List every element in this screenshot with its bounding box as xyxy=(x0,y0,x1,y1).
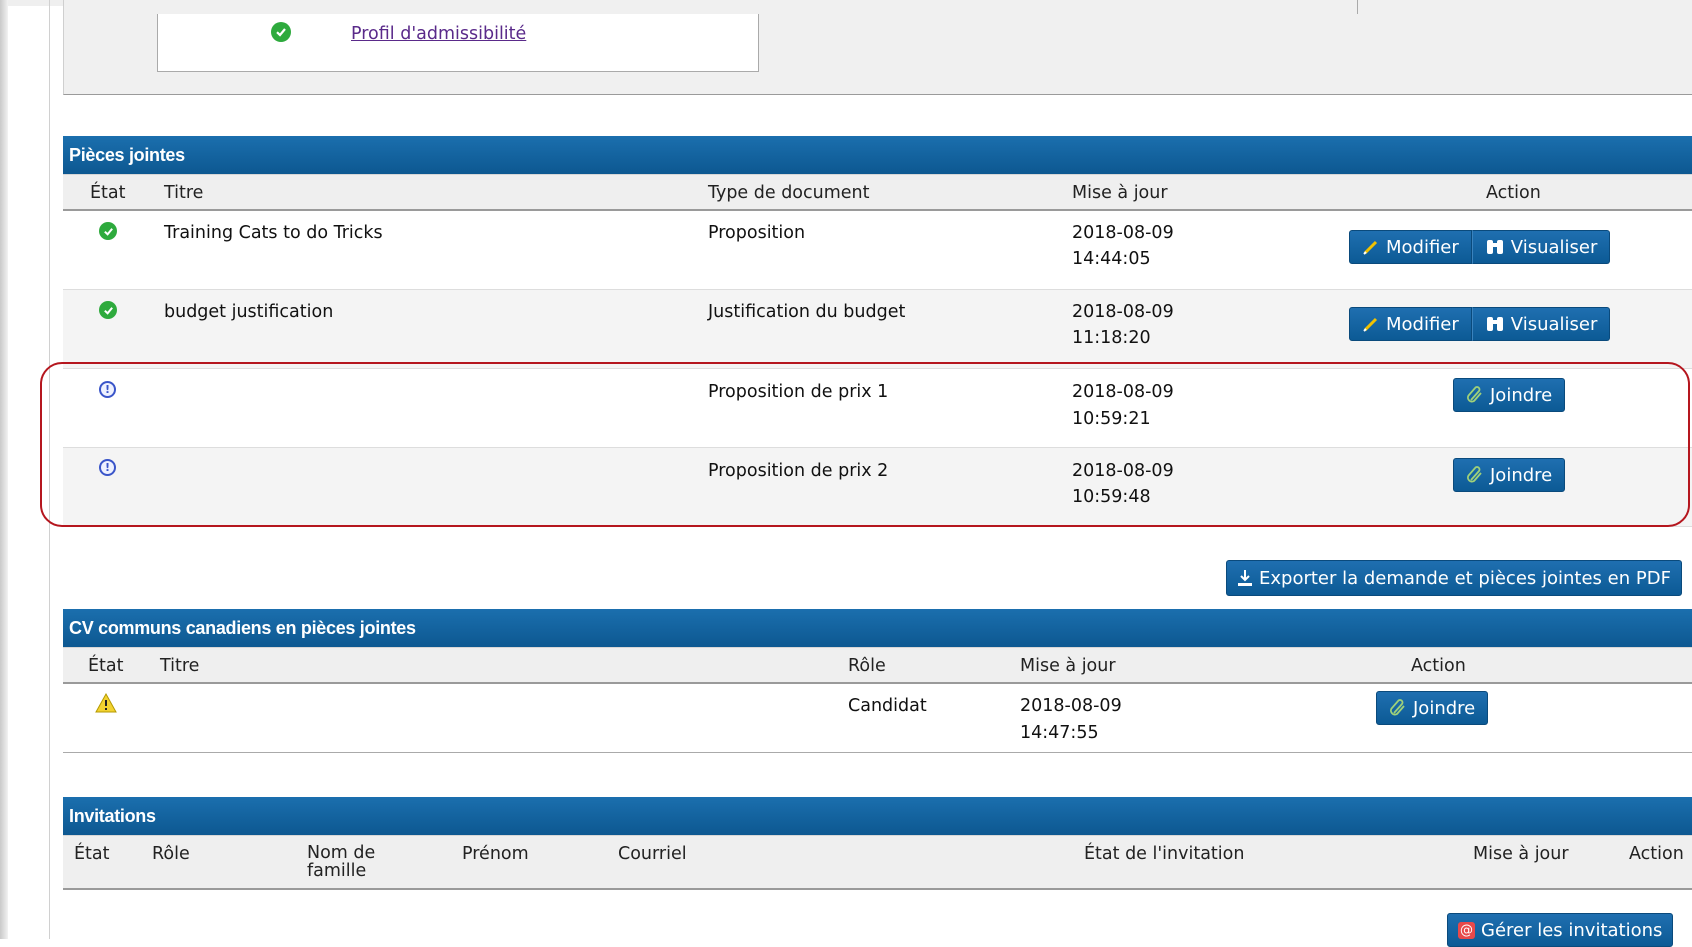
attachment-date: 2018-08-09 xyxy=(1072,461,1174,481)
attachment-date: 2018-08-09 xyxy=(1072,382,1174,402)
attachment-type: Justification du budget xyxy=(708,302,906,322)
window-edge xyxy=(0,0,8,939)
eligibility-profile-link[interactable]: Profil d'admissibilité xyxy=(351,24,526,44)
exclamation-circle-icon: ! xyxy=(99,381,116,398)
attachment-time: 11:18:20 xyxy=(1072,328,1151,348)
attachments-header: Pièces jointes xyxy=(63,136,1692,174)
cv-header: CV communs canadiens en pièces jointes xyxy=(63,609,1692,647)
attach-cv-button[interactable]: Joindre xyxy=(1376,691,1489,725)
view-button[interactable]: Visualiser xyxy=(1471,307,1611,341)
attachment-title: Training Cats to do Tricks xyxy=(164,223,383,243)
manage-invitations-label: Gérer les invitations xyxy=(1481,919,1663,941)
col-title: Titre xyxy=(160,656,200,676)
paperclip-icon xyxy=(1466,466,1484,484)
export-pdf-label: Exporter la demande et pièces jointes en… xyxy=(1259,567,1671,589)
table-row: ! Proposition de prix 2 2018-08-09 10:59… xyxy=(63,448,1692,527)
edit-button[interactable]: Modifier xyxy=(1349,307,1472,341)
view-button-label: Visualiser xyxy=(1510,236,1598,258)
attachment-type: Proposition de prix 1 xyxy=(708,382,889,402)
cv-role: Candidat xyxy=(848,696,927,716)
col-action: Action xyxy=(1411,656,1466,676)
col-updated: Mise à jour xyxy=(1020,656,1116,676)
edit-button-label: Modifier xyxy=(1386,236,1459,258)
paperclip-icon xyxy=(1389,699,1407,717)
col-status: État xyxy=(74,844,110,864)
pencil-icon xyxy=(1362,315,1380,333)
attachment-date: 2018-08-09 xyxy=(1072,223,1174,243)
col-first-name: Prénom xyxy=(462,844,529,864)
warning-icon xyxy=(95,692,117,717)
attachments-table-header: État Titre Type de document Mise à jour … xyxy=(63,174,1692,211)
check-circle-icon xyxy=(99,222,117,240)
binoculars-icon xyxy=(1485,238,1505,256)
profile-box: Profil d'admissibilité xyxy=(157,14,759,72)
binoculars-icon xyxy=(1485,315,1505,333)
col-role: Rôle xyxy=(152,844,190,864)
attachment-time: 14:44:05 xyxy=(1072,249,1151,269)
at-sign-icon: @ xyxy=(1458,921,1475,939)
col-invitation-status: État de l'invitation xyxy=(1084,844,1245,864)
manage-invitations-button[interactable]: @ Gérer les invitations xyxy=(1447,913,1674,947)
export-pdf-button[interactable]: Exporter la demande et pièces jointes en… xyxy=(1226,560,1682,596)
edit-button-label: Modifier xyxy=(1386,313,1459,335)
col-email: Courriel xyxy=(618,844,687,864)
col-updated: Mise à jour xyxy=(1072,183,1168,203)
exclamation-circle-icon: ! xyxy=(99,459,116,476)
download-icon xyxy=(1237,569,1253,587)
attachment-actions: Modifier Visualiser xyxy=(1349,230,1611,264)
profile-panel-divider xyxy=(1357,0,1358,14)
profile-panel: Profil d'admissibilité xyxy=(63,0,1692,95)
col-title: Titre xyxy=(164,183,204,203)
col-role: Rôle xyxy=(848,656,886,676)
col-status: État xyxy=(90,183,126,203)
attach-button[interactable]: Joindre xyxy=(1453,378,1566,412)
col-updated: Mise à jour xyxy=(1473,844,1569,864)
attachment-time: 10:59:48 xyxy=(1072,487,1151,507)
cv-time: 14:47:55 xyxy=(1020,723,1099,743)
attachment-date: 2018-08-09 xyxy=(1072,302,1174,322)
attachment-type: Proposition de prix 2 xyxy=(708,461,889,481)
check-circle-icon xyxy=(271,22,291,42)
invitations-section: Invitations État Rôle Nom de famille Pré… xyxy=(63,797,1692,890)
attachment-actions: Modifier Visualiser xyxy=(1349,307,1611,341)
col-status: État xyxy=(88,656,124,676)
paperclip-icon xyxy=(1466,386,1484,404)
col-last-name: Nom de famille xyxy=(307,843,376,881)
view-button[interactable]: Visualiser xyxy=(1471,230,1611,264)
attachments-section: Pièces jointes État Titre Type de docume… xyxy=(63,136,1692,527)
edit-button[interactable]: Modifier xyxy=(1349,230,1472,264)
col-action: Action xyxy=(1486,183,1541,203)
content-left-border xyxy=(49,0,50,939)
pencil-icon xyxy=(1362,238,1380,256)
cv-section: CV communs canadiens en pièces jointes É… xyxy=(63,609,1692,753)
table-row: Training Cats to do Tricks Proposition 2… xyxy=(63,211,1692,290)
attachment-time: 10:59:21 xyxy=(1072,409,1151,429)
view-button-label: Visualiser xyxy=(1510,313,1598,335)
invitations-table-header: État Rôle Nom de famille Prénom Courriel… xyxy=(63,835,1692,890)
attach-button[interactable]: Joindre xyxy=(1453,458,1566,492)
table-row: budget justification Justification du bu… xyxy=(63,290,1692,369)
check-circle-icon xyxy=(99,301,117,319)
table-row: ! Proposition de prix 1 2018-08-09 10:59… xyxy=(63,369,1692,448)
attach-cv-label: Joindre xyxy=(1413,697,1476,719)
table-row: Candidat 2018-08-09 14:47:55 Joindre xyxy=(63,684,1692,753)
attach-button-label: Joindre xyxy=(1490,384,1553,406)
invitations-header: Invitations xyxy=(63,797,1692,835)
cv-date: 2018-08-09 xyxy=(1020,696,1122,716)
cv-table-header: État Titre Rôle Mise à jour Action xyxy=(63,647,1692,684)
attachment-title: budget justification xyxy=(164,302,334,322)
attach-button-label: Joindre xyxy=(1490,464,1553,486)
attachment-type: Proposition xyxy=(708,223,806,243)
col-doc-type: Type de document xyxy=(708,183,870,203)
col-action: Action xyxy=(1629,844,1684,864)
